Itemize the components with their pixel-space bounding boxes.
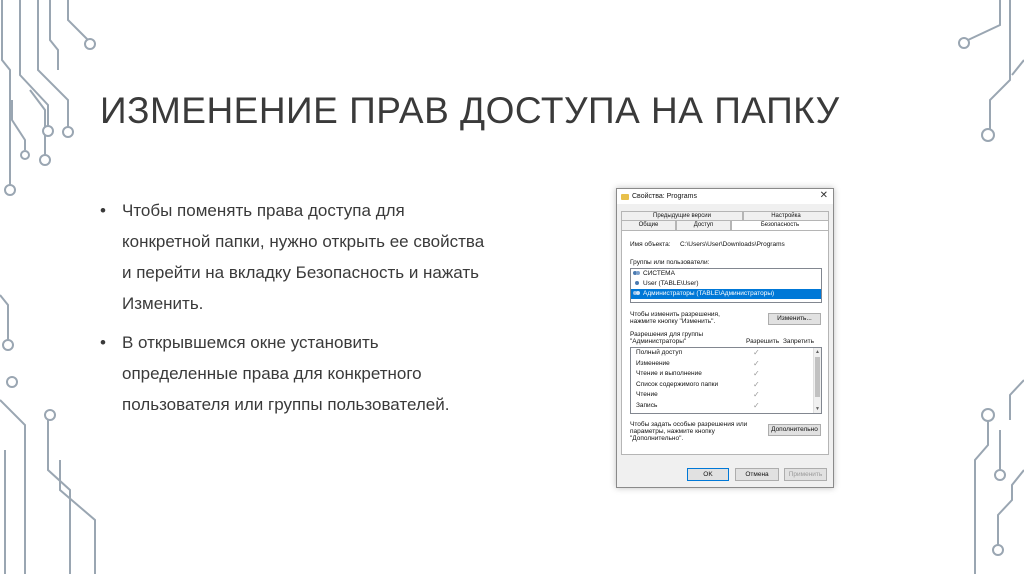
special-hint-line2: параметры, нажмите кнопку — [630, 428, 715, 435]
permission-name: Список содержимого папки — [636, 380, 719, 388]
check-icon: ✓ — [753, 358, 760, 368]
perm-for-line2: "Администраторы" — [630, 338, 687, 345]
bullet-icon: • — [100, 333, 106, 352]
permission-name: Запись — [636, 401, 658, 409]
scroll-thumb[interactable] — [815, 357, 820, 397]
change-hint-line1: Чтобы изменить разрешения, — [630, 311, 720, 318]
permissions-listbox[interactable]: Полный доступ ✓ Изменение ✓ Чтение и выпол… — [630, 347, 822, 414]
permission-row: Чтение ✓ — [631, 390, 821, 401]
change-hint-line2: нажмите кнопку "Изменить". — [630, 318, 716, 325]
special-hint-line1: Чтобы задать особые разрешения или — [630, 421, 748, 428]
permission-row: Чтение и выполнение ✓ — [631, 369, 821, 380]
list-item-selected[interactable]: Администраторы (TABLE\Администраторы) — [631, 289, 821, 299]
advanced-button[interactable]: Дополнительно — [768, 424, 821, 436]
groups-listbox[interactable]: СИСТЕМА User (TABLE\User) Администраторы… — [630, 268, 822, 303]
permission-name: Чтение и выполнение — [636, 370, 702, 377]
user-icon — [633, 280, 641, 288]
list-item[interactable]: СИСТЕМА — [631, 269, 821, 279]
check-icon: ✓ — [753, 348, 760, 357]
column-deny: Запретить — [783, 338, 815, 345]
check-icon: ✓ — [753, 390, 760, 399]
tab-customize[interactable]: Настройка — [743, 211, 829, 220]
permission-row: Запись ✓ — [631, 401, 821, 412]
list-item[interactable]: User (TABLE\User) — [631, 279, 821, 289]
tab-previous-versions[interactable]: Предыдущие версии — [621, 211, 743, 220]
change-button[interactable]: Изменить... — [768, 313, 821, 325]
permission-row: Список содержимого папки ✓ — [631, 380, 821, 391]
object-path: C:\Users\User\Downloads\Programs — [680, 241, 785, 248]
permission-name: Полный доступ — [636, 349, 683, 356]
bullet-text: В открывшемся окне установить определенн… — [122, 333, 450, 414]
perm-for-line1: Разрешения для группы — [630, 331, 704, 338]
permission-row: Изменение ✓ — [631, 359, 821, 370]
bullet-text: Чтобы поменять права доступа для конкрет… — [122, 201, 485, 313]
scroll-down-icon[interactable]: ▼ — [814, 406, 821, 412]
check-icon: ✓ — [753, 400, 760, 410]
tab-security[interactable]: Безопасность — [731, 220, 829, 230]
column-allow: Разрешить — [746, 338, 780, 345]
dialog-titlebar: Свойства: Programs ✕ — [617, 189, 833, 204]
group-name: СИСТЕМА — [643, 270, 675, 277]
group-name: User (TABLE\User) — [643, 280, 699, 287]
bullet-item: • В открывшемся окне установить определен… — [100, 327, 490, 420]
bullet-list: • Чтобы поменять права доступа для конкре… — [100, 195, 490, 428]
folder-icon — [621, 193, 629, 200]
dialog-title: Свойства: Programs — [632, 193, 697, 200]
slide-title: ИЗМЕНЕНИЕ ПРАВ ДОСТУПА НА ПАПКУ — [100, 90, 840, 131]
properties-dialog: Свойства: Programs ✕ Предыдущие версии Н… — [616, 188, 834, 488]
security-panel: Имя объекта: C:\Users\User\Downloads\Pro… — [621, 230, 829, 455]
group-name: Администраторы (TABLE\Администраторы) — [643, 290, 775, 297]
ok-button[interactable]: OK — [687, 468, 729, 481]
bullet-item: • Чтобы поменять права доступа для конкре… — [100, 195, 490, 319]
tabs-back-row: Предыдущие версии Настройка — [621, 211, 829, 220]
users-icon — [633, 270, 641, 278]
special-hint-line3: "Дополнительно". — [630, 435, 684, 442]
bullet-icon: • — [100, 201, 106, 220]
apply-button[interactable]: Применить — [784, 468, 827, 481]
tab-sharing[interactable]: Доступ — [676, 220, 731, 230]
tabs-front-row: Общие Доступ Безопасность — [621, 220, 829, 230]
check-icon: ✓ — [753, 379, 760, 389]
object-label: Имя объекта: — [630, 241, 671, 248]
permission-name: Изменение — [636, 359, 670, 367]
tab-general[interactable]: Общие — [621, 220, 676, 230]
check-icon: ✓ — [753, 369, 760, 378]
permission-name: Чтение — [636, 391, 658, 398]
users-icon — [633, 290, 641, 298]
permissions-scrollbar[interactable]: ▲ ▼ — [813, 348, 821, 413]
scroll-up-icon[interactable]: ▲ — [814, 349, 821, 355]
cancel-button[interactable]: Отмена — [735, 468, 779, 481]
permission-row: Полный доступ ✓ — [631, 348, 821, 359]
groups-label: Группы или пользователи: — [630, 259, 710, 266]
close-icon[interactable]: ✕ — [820, 190, 828, 201]
